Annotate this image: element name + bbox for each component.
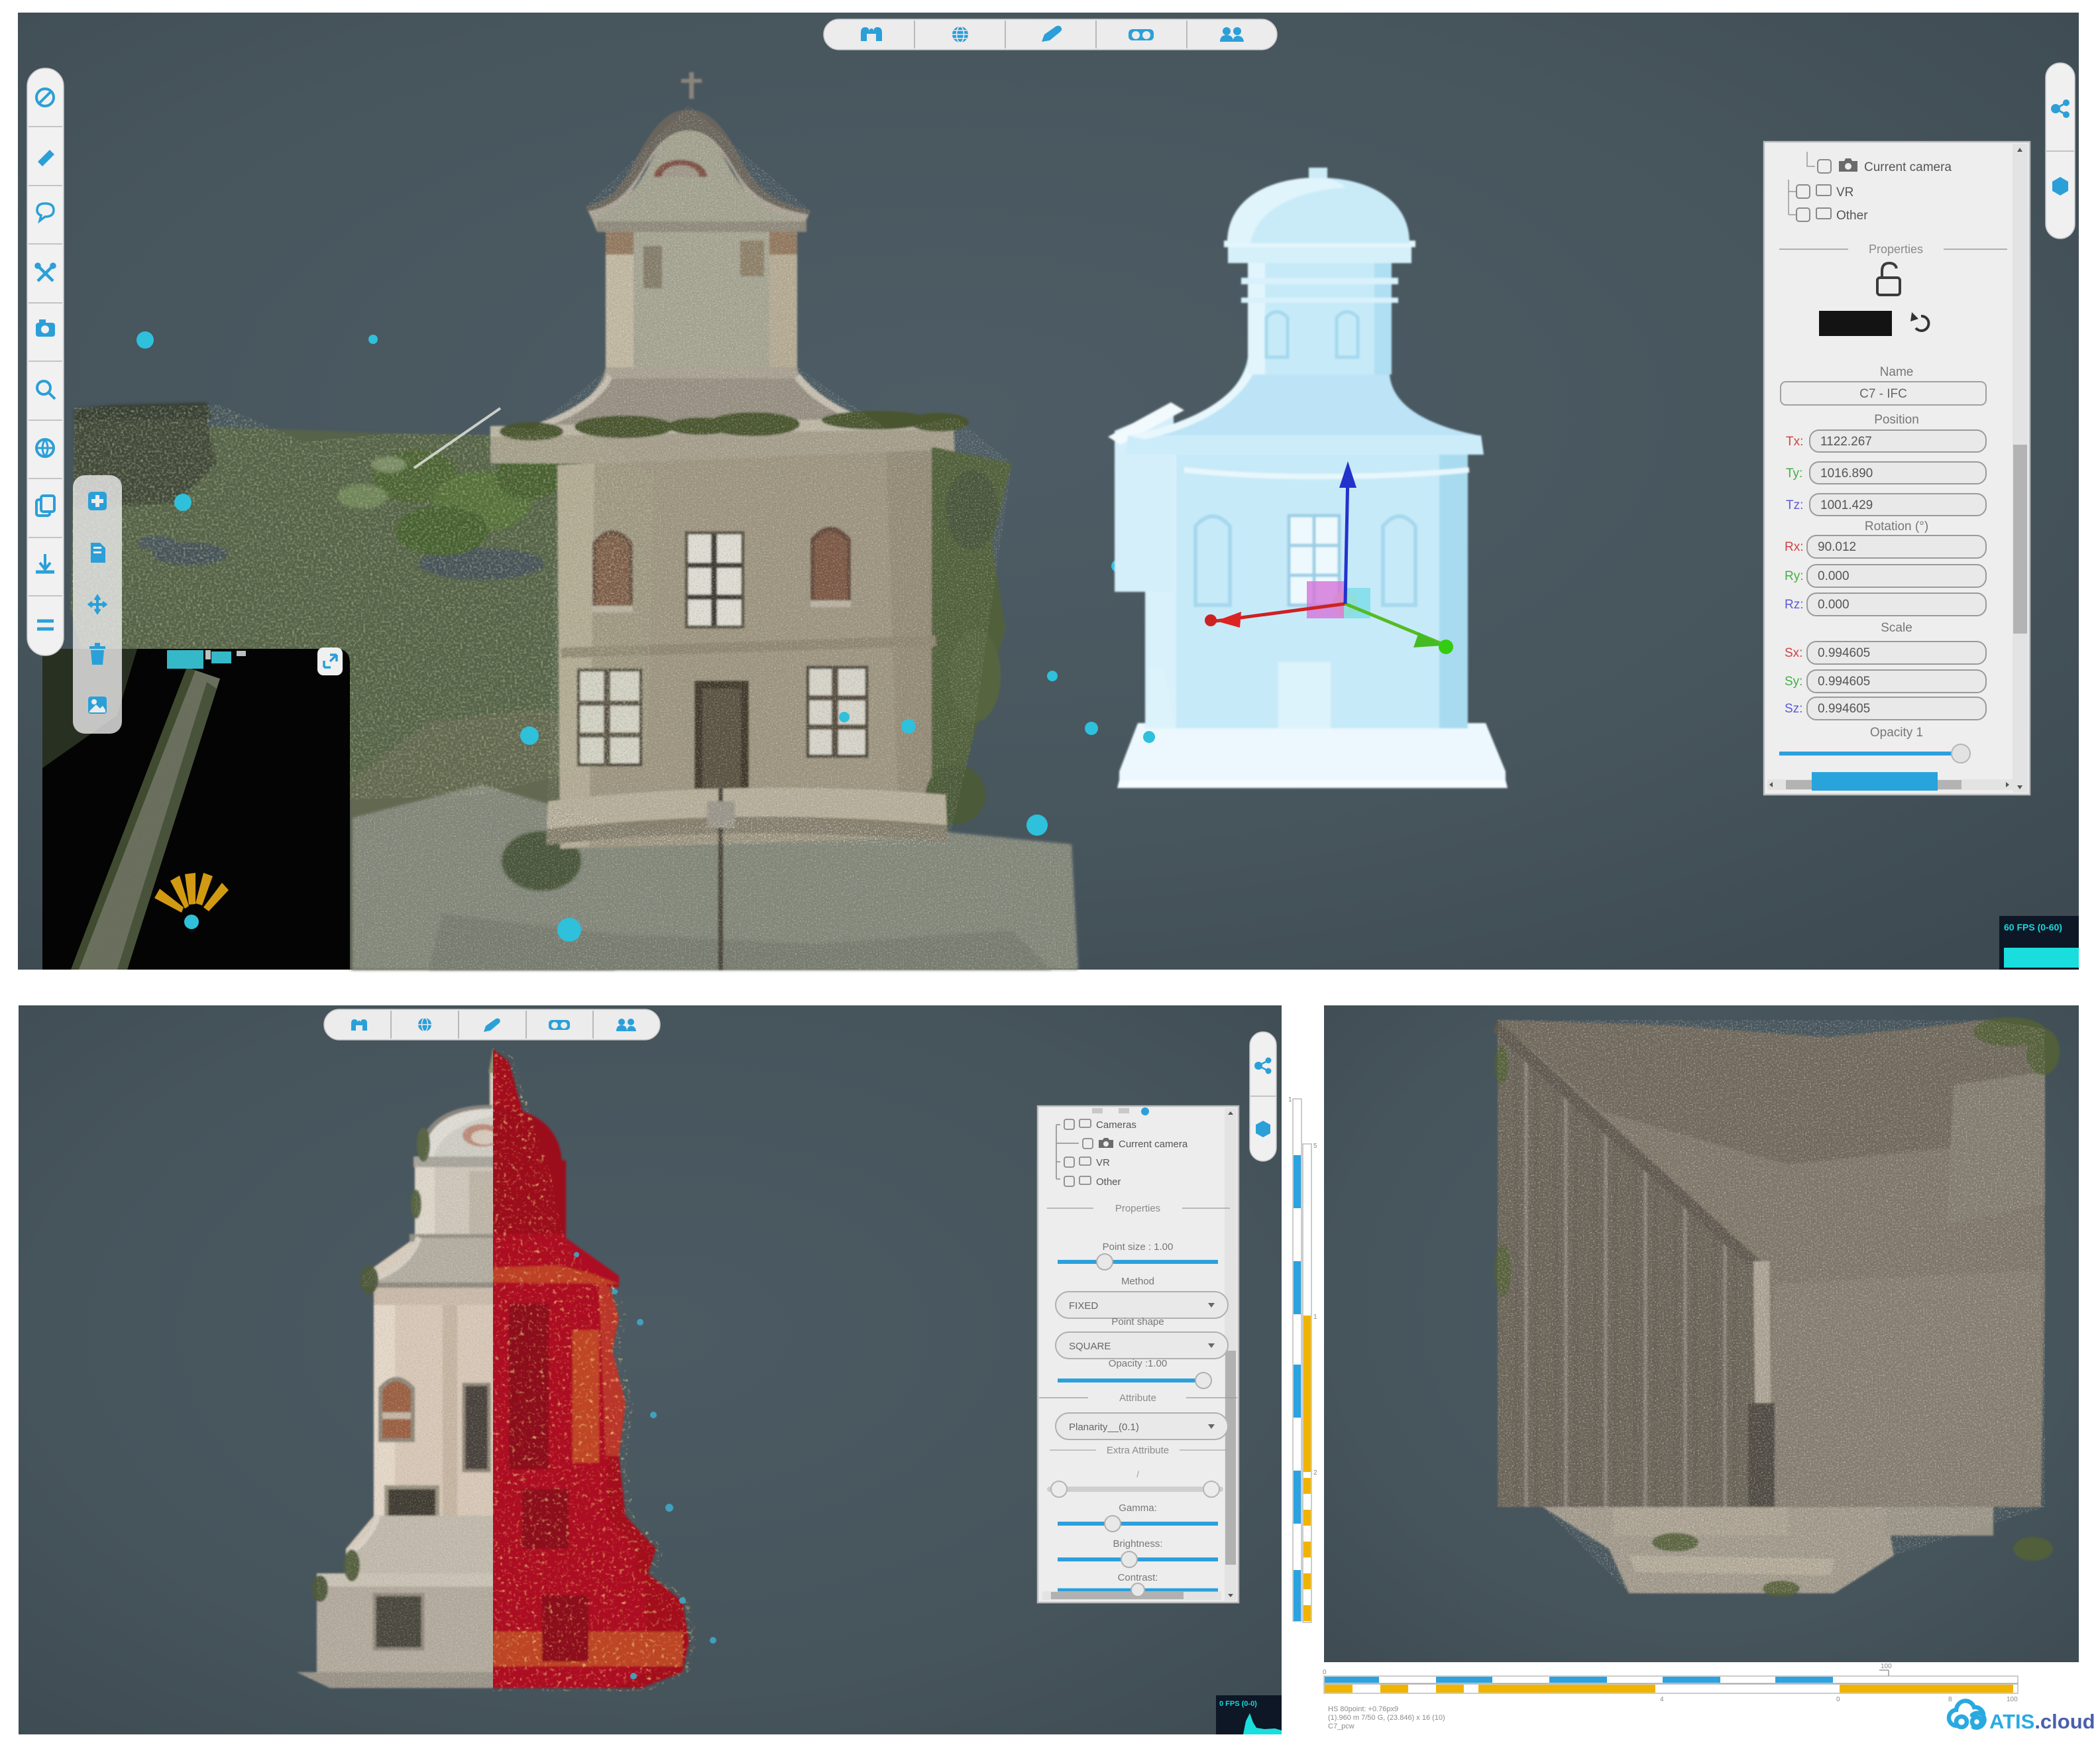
- svg-text:Properties: Properties: [1869, 243, 1923, 256]
- svg-text:Scale: Scale: [1881, 621, 1912, 635]
- svg-text:Ty:: Ty:: [1786, 467, 1802, 480]
- svg-text:/: /: [1136, 1469, 1139, 1479]
- svg-text:C7_pcw: C7_pcw: [1328, 1722, 1354, 1730]
- svg-text:2: 2: [1313, 1469, 1317, 1477]
- svg-text:Brightness:: Brightness:: [1113, 1538, 1162, 1550]
- svg-text:90.012: 90.012: [1818, 540, 1856, 554]
- svg-text:Ry:: Ry:: [1785, 569, 1804, 583]
- svg-text:Rx:: Rx:: [1785, 540, 1804, 554]
- svg-text:Opacity :1.00: Opacity :1.00: [1109, 1358, 1167, 1369]
- svg-text:VR: VR: [1836, 186, 1853, 199]
- svg-text:0.994605: 0.994605: [1818, 702, 1870, 716]
- svg-text:SQUARE: SQUARE: [1069, 1341, 1111, 1352]
- svg-text:Other: Other: [1836, 209, 1868, 223]
- svg-text:Current camera: Current camera: [1119, 1139, 1188, 1150]
- svg-text:1: 1: [1313, 1314, 1317, 1321]
- svg-text:Extra Attribute: Extra Attribute: [1107, 1445, 1169, 1456]
- svg-text:1122.267: 1122.267: [1820, 435, 1872, 449]
- svg-text:8: 8: [1948, 1696, 1952, 1703]
- svg-text:(1).960 m 7/50 G, (23.846) x 1: (1).960 m 7/50 G, (23.846) x 16 (10): [1328, 1714, 1445, 1722]
- svg-text:0.000: 0.000: [1818, 569, 1850, 583]
- svg-text:Planarity__(0.1): Planarity__(0.1): [1069, 1422, 1139, 1433]
- svg-text:C7 - IFC: C7 - IFC: [1859, 387, 1907, 401]
- svg-text:1: 1: [1288, 1096, 1292, 1103]
- svg-text:FIXED: FIXED: [1069, 1300, 1098, 1312]
- svg-text:0.994605: 0.994605: [1818, 675, 1870, 689]
- svg-text:60 FPS (0-60): 60 FPS (0-60): [2004, 922, 2062, 932]
- svg-text:5: 5: [1313, 1143, 1317, 1150]
- svg-text:0: 0: [1323, 1669, 1327, 1676]
- svg-text:Position: Position: [1874, 413, 1919, 427]
- svg-text:ATIS.cloud: ATIS.cloud: [1989, 1710, 2095, 1733]
- svg-text:HS 80point: +0.76px9: HS 80point: +0.76px9: [1328, 1705, 1398, 1713]
- svg-text:1001.429: 1001.429: [1820, 498, 1873, 512]
- svg-text:0 FPS (0-0): 0 FPS (0-0): [1219, 1700, 1257, 1708]
- svg-text:Name: Name: [1880, 365, 1914, 379]
- svg-text:Cameras: Cameras: [1096, 1119, 1136, 1131]
- svg-text:Sy:: Sy:: [1785, 675, 1802, 689]
- svg-text:0.994605: 0.994605: [1818, 646, 1870, 660]
- svg-text:Point size : 1.00: Point size : 1.00: [1103, 1241, 1174, 1253]
- svg-text:100: 100: [1881, 1663, 1892, 1670]
- svg-text:Point shape: Point shape: [1111, 1316, 1164, 1327]
- svg-text:Gamma:: Gamma:: [1119, 1502, 1157, 1514]
- svg-text:Rotation (°): Rotation (°): [1865, 520, 1928, 534]
- svg-text:0.000: 0.000: [1818, 598, 1850, 612]
- svg-text:Current camera: Current camera: [1864, 160, 1952, 174]
- svg-text:Rz:: Rz:: [1785, 598, 1804, 612]
- svg-text:Other: Other: [1096, 1176, 1121, 1188]
- svg-text:Sz:: Sz:: [1785, 702, 1802, 716]
- svg-text:Properties: Properties: [1115, 1203, 1160, 1214]
- svg-text:Tz:: Tz:: [1786, 498, 1803, 512]
- svg-text:Attribute: Attribute: [1119, 1392, 1156, 1404]
- svg-text:VR: VR: [1096, 1157, 1110, 1168]
- svg-text:Sx:: Sx:: [1785, 646, 1802, 660]
- svg-text:Contrast:: Contrast:: [1118, 1572, 1158, 1583]
- svg-text:4: 4: [1660, 1696, 1664, 1703]
- svg-text:Tx:: Tx:: [1786, 435, 1803, 449]
- svg-text:Method: Method: [1121, 1276, 1154, 1287]
- svg-text:100: 100: [2007, 1696, 2018, 1703]
- svg-text:1016.890: 1016.890: [1820, 467, 1873, 480]
- svg-text:0: 0: [1836, 1696, 1840, 1703]
- svg-text:Opacity 1: Opacity 1: [1870, 726, 1923, 740]
